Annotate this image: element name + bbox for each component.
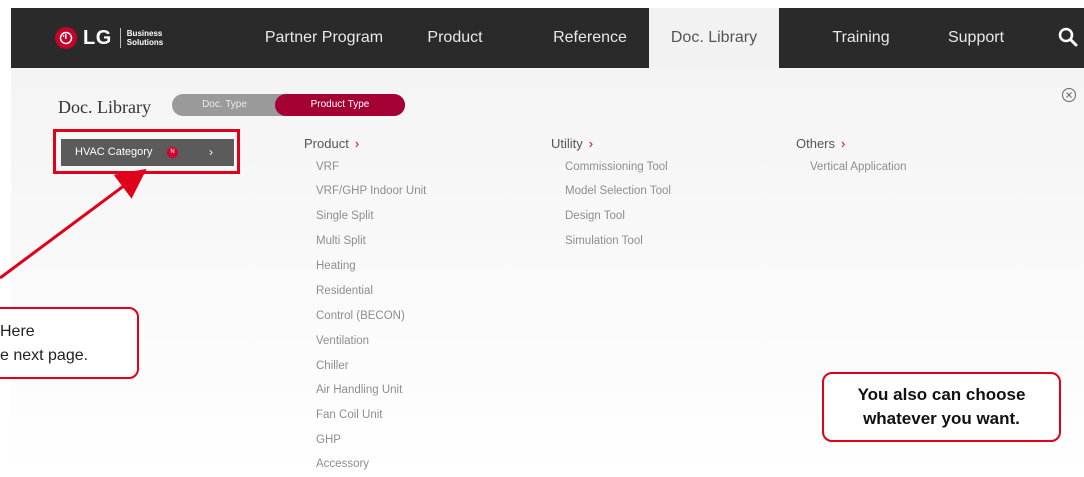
product-item-residential[interactable]: Residential <box>316 285 373 297</box>
callout-right-line2: whatever you want. <box>863 409 1020 428</box>
nav-item-product[interactable]: Product <box>409 8 501 68</box>
nav-item-partner-program[interactable]: Partner Program <box>249 8 399 68</box>
nav-item-reference[interactable]: Reference <box>535 8 645 68</box>
product-heading-label: Product <box>304 136 349 151</box>
nav-item-training[interactable]: Training <box>811 8 911 68</box>
doc-type-toggle[interactable]: Doc. Type Product Type <box>172 94 405 116</box>
product-item-multi-split[interactable]: Multi Split <box>316 235 366 247</box>
toggle-doc-type[interactable]: Doc. Type <box>172 94 277 116</box>
chevron-right-icon: › <box>588 136 594 151</box>
others-item-vertical-application[interactable]: Vertical Application <box>810 161 907 173</box>
utility-item-design-tool[interactable]: Design Tool <box>565 210 625 222</box>
new-badge: N <box>167 147 178 158</box>
nav-item-support[interactable]: Support <box>931 8 1021 68</box>
product-item-single-split[interactable]: Single Split <box>316 210 374 222</box>
chevron-right-icon: › <box>841 136 846 151</box>
logo-text: LG <box>83 26 112 49</box>
logo-subtitle: Business Solutions <box>127 29 163 47</box>
product-item-ventilation[interactable]: Ventilation <box>316 335 369 347</box>
product-item-heating[interactable]: Heating <box>316 260 356 272</box>
product-item-control-becon[interactable]: Control (BECON) <box>316 310 405 322</box>
product-item-chiller[interactable]: Chiller <box>316 360 349 372</box>
panel-title: Doc. Library <box>58 97 151 117</box>
product-item-vrf-ghp-indoor[interactable]: VRF/GHP Indoor Unit <box>316 185 426 197</box>
product-item-accessory[interactable]: Accessory <box>316 458 369 470</box>
utility-item-model-selection-tool[interactable]: Model Selection Tool <box>565 185 671 197</box>
lg-logo[interactable]: LG Business Solutions <box>55 23 163 53</box>
toggle-product-type[interactable]: Product Type <box>275 94 405 116</box>
callout-left-line1: Here <box>0 323 35 340</box>
utility-item-simulation-tool[interactable]: Simulation Tool <box>565 235 643 247</box>
product-item-ghp[interactable]: GHP <box>316 434 341 446</box>
logo-divider <box>119 28 121 48</box>
others-heading-label: Others <box>796 136 836 151</box>
callout-right: You also can choose whatever you want. <box>822 372 1061 442</box>
callout-left: Here e next page. <box>0 307 139 379</box>
close-icon[interactable] <box>1061 87 1077 103</box>
product-item-air-handling-unit[interactable]: Air Handling Unit <box>316 384 402 396</box>
chevron-right-icon: › <box>209 145 213 159</box>
utility-item-commissioning-tool[interactable]: Commissioning Tool <box>565 161 668 173</box>
nav-item-doc-library[interactable]: Doc. Library <box>649 8 779 68</box>
product-item-fan-coil-unit[interactable]: Fan Coil Unit <box>316 409 382 421</box>
search-icon[interactable] <box>1057 26 1079 48</box>
chevron-right-icon: › <box>354 136 360 151</box>
lg-logo-icon <box>55 27 77 49</box>
logo-sub-line1: Business <box>126 29 163 38</box>
others-heading[interactable]: Others › <box>796 136 845 151</box>
hvac-category-label: HVAC Category <box>75 146 153 158</box>
callout-left-line2: e next page. <box>0 347 89 364</box>
hvac-category-button[interactable]: HVAC Category N › <box>61 139 234 166</box>
top-navigation: LG Business Solutions Partner Program Pr… <box>11 8 1084 68</box>
utility-heading[interactable]: Utility › <box>551 136 593 151</box>
callout-right-line1: You also can choose <box>857 385 1026 404</box>
logo-sub-line2: Solutions <box>126 38 164 47</box>
utility-heading-label: Utility <box>551 136 583 151</box>
product-heading[interactable]: Product › <box>304 136 359 151</box>
product-item-vrf[interactable]: VRF <box>316 161 339 173</box>
